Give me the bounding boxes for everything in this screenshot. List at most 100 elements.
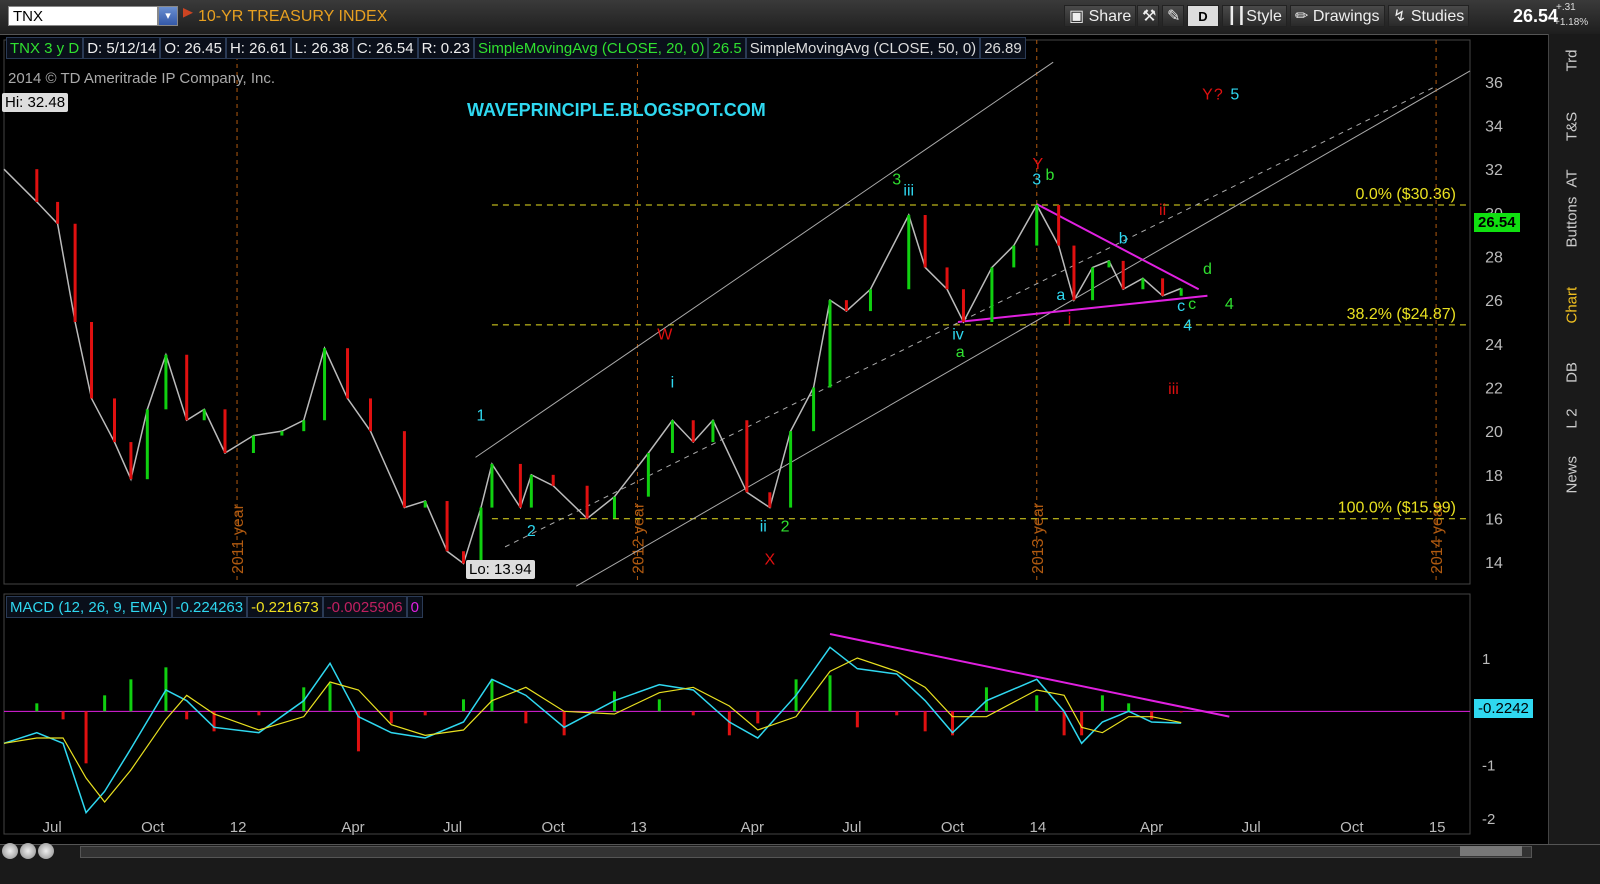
tools-icon[interactable]: ⚒	[1137, 5, 1159, 27]
wave-label: i	[1068, 311, 1072, 328]
year-marker-label: 2013 year	[1030, 502, 1047, 574]
studies-label: Studies	[1410, 8, 1465, 25]
wave-label: 3	[892, 171, 901, 188]
wave-label: 1	[477, 407, 486, 424]
wave-label: ii	[1159, 202, 1166, 219]
tab-level2[interactable]: L 2	[1564, 404, 1581, 434]
price-candle	[1161, 278, 1165, 296]
price-axis-tick: 18	[1485, 468, 1503, 485]
macd-histogram-bar	[185, 711, 189, 720]
price-candle	[461, 551, 465, 564]
symbol-input[interactable]: TNX	[8, 6, 158, 26]
price-axis-tick: 28	[1485, 250, 1503, 267]
macd-avg: -0.221673	[247, 596, 323, 618]
year-marker-label: 2012 year	[630, 502, 647, 574]
wave-label: b	[1119, 230, 1128, 247]
price-candle	[223, 409, 227, 453]
price-candle	[1121, 260, 1125, 290]
info-date: D: 5/12/14	[83, 37, 161, 59]
info-low: L: 26.38	[290, 37, 353, 59]
wave-label: c	[1188, 296, 1196, 313]
price-axis-tick: 16	[1485, 512, 1503, 529]
wave-label: c	[1177, 298, 1185, 315]
magnifier-icon[interactable]	[38, 843, 54, 859]
price-candle	[945, 267, 949, 290]
macd-histogram-bar	[490, 679, 494, 712]
wave-label: iii	[1168, 381, 1179, 398]
time-axis-label: Oct	[141, 819, 165, 836]
fib-level-label: 100.0% ($15.99)	[1338, 500, 1456, 517]
price-candle	[369, 398, 372, 432]
price-candle	[129, 442, 133, 480]
triangle-lower-trendline	[957, 294, 1208, 323]
macd-value: -0.224263	[171, 596, 248, 618]
price-axis-tick: 32	[1485, 162, 1503, 179]
pencil-icon: ✏	[1295, 8, 1309, 25]
macd-histogram-bar	[1179, 711, 1183, 713]
price-candle	[1107, 260, 1111, 268]
low-bubble: Lo: 13.94	[466, 560, 535, 579]
wave-label: iv	[952, 326, 964, 343]
time-scrollbar-thumb[interactable]	[1460, 846, 1522, 856]
right-side-tabs: Trd T&S AT Buttons Chart DB L 2 News	[1548, 34, 1600, 844]
tab-news[interactable]: News	[1564, 456, 1581, 494]
price-axis-tick: 36	[1485, 75, 1503, 92]
price-candle	[1179, 288, 1183, 296]
zoom-out-icon[interactable]	[20, 843, 36, 859]
time-scrollbar[interactable]	[80, 846, 1532, 858]
studies-button[interactable]: ↯ Studies	[1388, 5, 1470, 27]
macd-histogram-bar	[562, 711, 566, 736]
share-label: Share	[1088, 8, 1132, 25]
price-candle	[612, 496, 616, 519]
drawings-button[interactable]: ✏ Drawings	[1290, 5, 1385, 27]
time-axis-label: 14	[1030, 819, 1047, 836]
macd-histogram-bar	[1150, 711, 1154, 720]
wave-label: 2	[781, 519, 790, 536]
macd-histogram-bar	[423, 711, 427, 716]
price-line	[3, 168, 1182, 565]
price-candle	[868, 289, 872, 312]
tab-buttons[interactable]: Buttons	[1564, 197, 1581, 248]
fib-level-label: 38.2% ($24.87)	[1347, 306, 1456, 323]
price-candle	[202, 409, 206, 421]
price-candle	[479, 507, 483, 564]
price-candle	[768, 492, 772, 508]
chart-info-bar: TNX 3 y D D: 5/12/14 O: 26.45 H: 26.61 L…	[6, 37, 1026, 59]
channel-mid-line	[504, 85, 1437, 548]
price-candle	[145, 409, 149, 480]
wave-label: d	[1203, 261, 1212, 278]
macd-histogram-bar	[923, 711, 927, 732]
wave-label: ii	[760, 519, 767, 536]
time-axis-label: Oct	[941, 819, 965, 836]
symbol-period: TNX 3 y D	[6, 37, 84, 59]
price-candle	[646, 453, 650, 497]
studies-icon: ↯	[1393, 8, 1407, 25]
wrench-icon[interactable]: ✎	[1162, 5, 1184, 27]
zoom-in-icon[interactable]	[2, 843, 18, 859]
macd-trendline	[829, 633, 1230, 718]
macd-histogram-bar	[1080, 711, 1084, 736]
tab-trd[interactable]: Trd	[1564, 46, 1581, 76]
macd-histogram-bar	[35, 703, 39, 712]
price-chart[interactable]: 141618202224262830323436-2-101JulOct12Ap…	[0, 34, 1548, 844]
macd-histogram-bar	[855, 711, 859, 728]
tab-time-and-sales[interactable]: T&S	[1564, 112, 1581, 142]
time-axis-label: Jul	[842, 819, 861, 836]
macd-histogram-bar	[84, 711, 88, 764]
time-axis-label: Oct	[542, 819, 566, 836]
tab-at[interactable]: AT	[1564, 164, 1581, 194]
price-candle	[585, 485, 589, 519]
last-price-tag: 26.54	[1474, 213, 1520, 232]
aggregation-d-button[interactable]: D	[1187, 5, 1219, 27]
macd-histogram-bar	[524, 711, 528, 724]
price-candle	[844, 300, 848, 312]
flag-icon[interactable]	[183, 8, 193, 18]
share-button[interactable]: ▣ Share	[1064, 5, 1137, 27]
macd-value-tag: -0.2242	[1474, 699, 1533, 718]
price-candle	[1012, 245, 1016, 268]
tab-chart[interactable]: Chart	[1564, 287, 1581, 324]
symbol-dropdown-chevron-icon[interactable]: ▾	[158, 6, 178, 26]
tab-db[interactable]: DB	[1564, 358, 1581, 388]
style-button[interactable]: ┃┃Style	[1222, 5, 1287, 27]
price-candle	[907, 215, 911, 290]
